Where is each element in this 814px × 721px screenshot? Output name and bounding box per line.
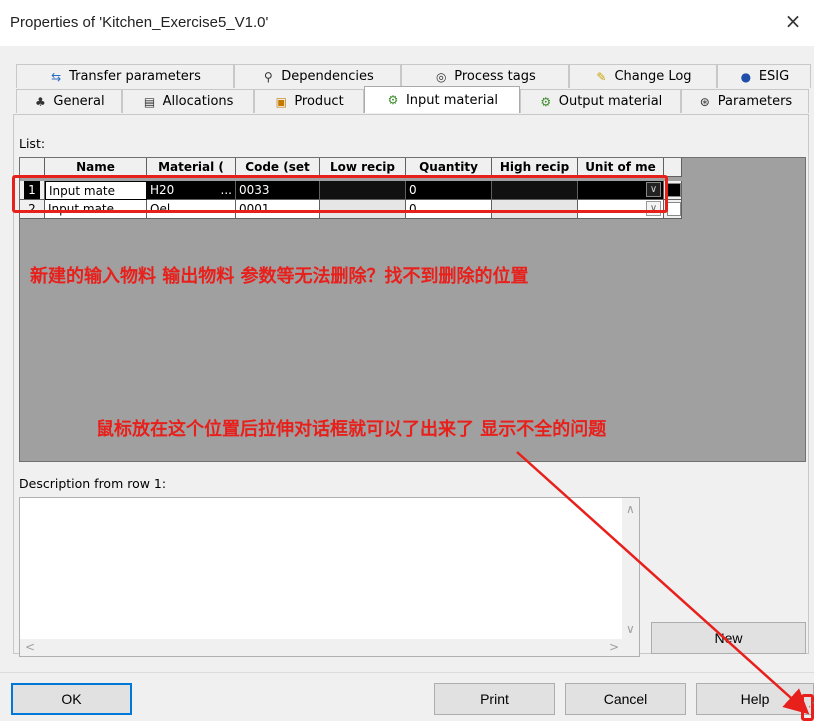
tab-input-material[interactable]: ⚙ Input material [364, 86, 520, 113]
tab-label: Input material [405, 92, 499, 108]
input-material-icon: ⚙ [387, 93, 399, 107]
